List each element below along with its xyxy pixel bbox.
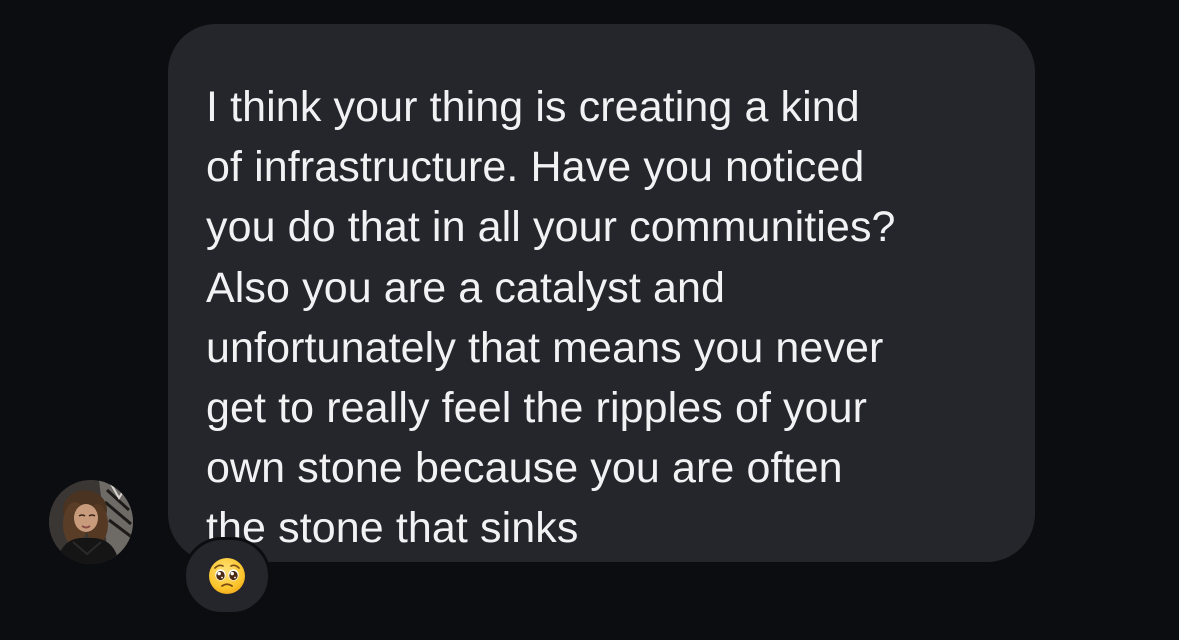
- sender-avatar[interactable]: [49, 480, 133, 564]
- message-text-line: you do that in all your communities?: [206, 203, 896, 252]
- message-text-line: I think your thing is creating a kind: [206, 83, 860, 131]
- message-text-line: Also you are a catalyst and: [206, 263, 725, 312]
- message-text-line: the stone that sinks: [206, 504, 579, 553]
- pleading-face-icon: [209, 558, 245, 594]
- reaction-badge[interactable]: [183, 537, 271, 615]
- message-text-line: of infrastructure. Have you noticed: [206, 143, 865, 192]
- avatar-photo: [49, 480, 133, 564]
- message-text-line: unfortunately that means you never: [206, 323, 884, 372]
- message-text-line: get to really feel the ripples of your: [206, 384, 868, 433]
- message-text-line: own stone because you are often: [206, 444, 843, 493]
- message-bubble[interactable]: I think your thing is creating a kind of…: [168, 24, 1035, 562]
